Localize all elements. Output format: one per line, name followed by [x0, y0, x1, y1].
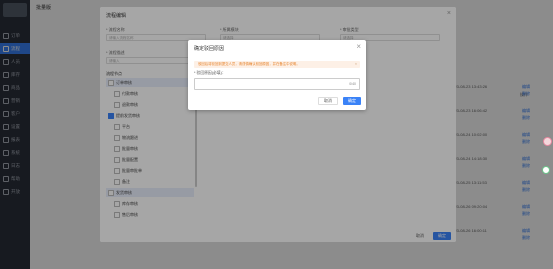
- alert-close-icon[interactable]: ×: [355, 61, 357, 68]
- warning-alert: 驳回后将驳回到提交人员，请谨慎确认驳回原因，并在备注中说明。 ×: [194, 61, 360, 68]
- floating-assistant-icon[interactable]: [543, 137, 552, 146]
- cancel-button[interactable]: 取消: [318, 97, 338, 105]
- reject-reason-label: * 驳回原因(必填)：: [194, 71, 226, 75]
- reject-reason-textarea[interactable]: 0/40: [194, 78, 360, 90]
- reject-reason-dialog: 确定驳回原因 × 驳回后将驳回到提交人员，请谨慎确认驳回原因，并在备注中说明。 …: [188, 40, 366, 110]
- dialog-title: 确定驳回原因: [194, 46, 225, 52]
- close-icon[interactable]: ×: [356, 42, 361, 51]
- alert-text: 驳回后将驳回到提交人员，请谨慎确认驳回原因，并在备注中说明。: [198, 62, 300, 66]
- floating-help-icon[interactable]: [542, 166, 550, 174]
- char-count: 0/40: [349, 82, 356, 86]
- confirm-button[interactable]: 确定: [343, 97, 361, 105]
